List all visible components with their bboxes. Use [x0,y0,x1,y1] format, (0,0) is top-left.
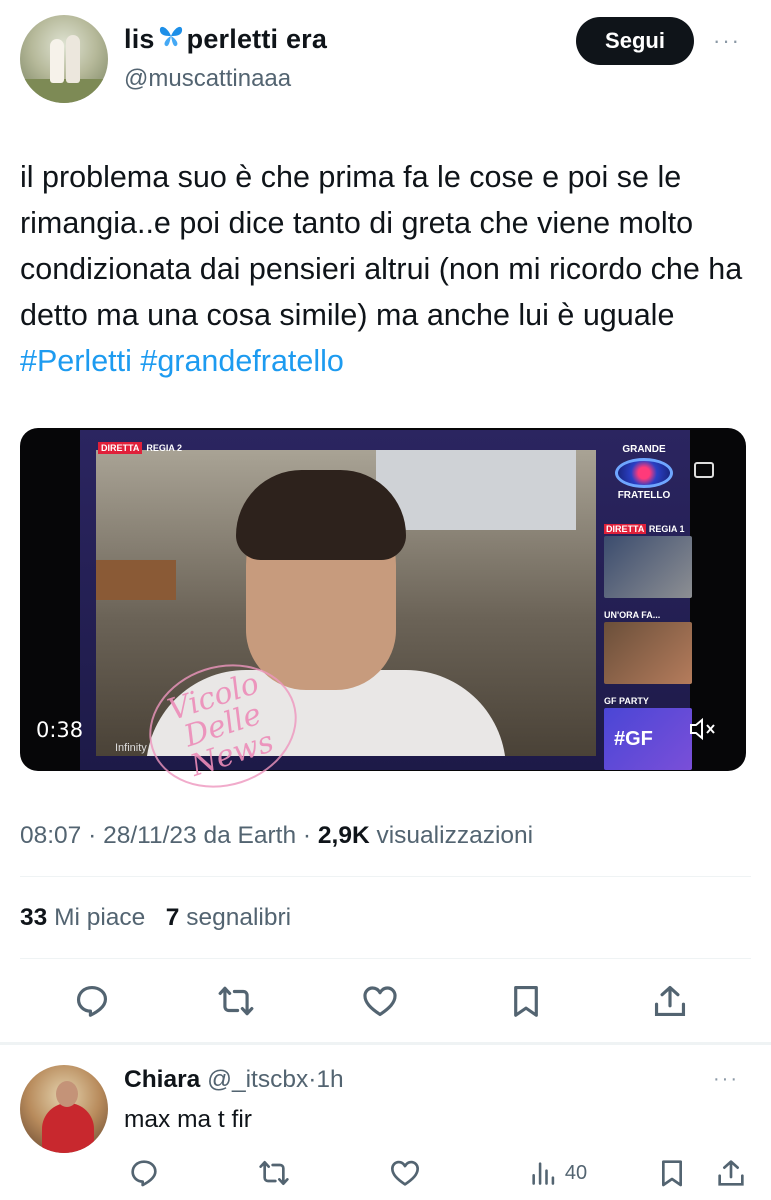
mute-icon[interactable] [688,716,718,742]
share-icon [718,1160,744,1186]
author-name-part: lis [124,24,155,54]
tweet-date[interactable]: 28/11/23 [103,822,197,849]
likes-label: Mi piace [54,904,146,931]
retweet-icon [259,1161,289,1185]
reply-avatar[interactable] [20,1065,108,1153]
reply-text: max ma t fir [124,1106,252,1133]
tweet-meta: 08:07 · 28/11/23 da Earth · 2,9K visuali… [20,822,533,850]
reply-icon [131,1160,157,1187]
avatar-figure [56,1081,78,1107]
reply-icon [76,985,108,1017]
author-name-part: perletti era [186,24,328,54]
butterfly-emoji-icon [158,24,184,55]
share-icon [654,985,686,1017]
like-button[interactable] [358,979,402,1023]
tweet-stats: 33 Mi piace 7 segnalibri [20,904,291,932]
heart-icon [363,986,397,1017]
heart-icon [391,1160,419,1186]
reply-more-options-icon[interactable]: ··· [713,1068,739,1091]
reply-reply-button[interactable] [124,1155,164,1191]
eye-logo-icon [615,458,673,488]
reply-views-button[interactable]: 40 [518,1155,598,1191]
reply-retweet-button[interactable] [254,1155,294,1191]
separator-dot: · [88,822,97,849]
views-icon [532,1162,555,1185]
logo-text-top: GRANDE [622,444,666,455]
broadcast-sidebar: GRANDE FRATELLO DIRETTA REGIA 1 UN'ORA F… [596,438,692,770]
reply-button[interactable] [70,979,114,1023]
video-duration: 0:38 [36,718,84,742]
tweet-text: il problema suo è che prima fa le cose e… [20,154,760,384]
reply-views-count: 40 [564,1161,588,1184]
thumb-channel: REGIA 1 [648,524,685,534]
grande-fratello-logo: GRANDE FRATELLO [602,444,686,510]
gf-hashtag: #GF [614,728,653,750]
views-value: 2,9K [317,822,370,849]
video-player[interactable]: DIRETTA REGIA 2 GRANDE FRATELLO DIRETTA R… [20,428,746,771]
live-badge: DIRETTA [98,442,143,454]
tweet-time[interactable]: 08:07 [20,822,81,849]
bookmarks-stat[interactable]: 7 segnalibri [166,904,291,931]
retweet-button[interactable] [214,979,258,1023]
bookmarks-count: 7 [165,904,180,931]
thumb-label: DIRETTA REGIA 1 [604,524,685,534]
bookmark-icon [662,1160,682,1187]
separator-dot: · [302,822,312,849]
author-handle[interactable]: @muscattinaaa [124,65,291,93]
channel-thumbnail: #GF [604,708,692,770]
channel-thumbnail [604,622,692,684]
bookmarks-label: segnalibri [186,904,292,931]
avatar-background [20,79,108,103]
captions-icon[interactable] [694,462,714,478]
author-avatar[interactable] [20,15,108,103]
bookmark-button[interactable] [504,979,548,1023]
bookmark-icon [514,985,538,1017]
channel-thumbnail [604,536,692,598]
reply-author-name[interactable]: Chiara [124,1066,200,1093]
broadcaster-logo: Infinity [115,742,147,754]
thumb-label: GF PARTY [604,696,649,706]
more-options-icon[interactable]: ··· [713,28,741,54]
likes-count: 33 [20,904,48,931]
avatar-figure [42,1103,94,1153]
reply-like-button[interactable] [385,1155,425,1191]
hashtag-link[interactable]: #Perletti [20,344,132,378]
scene-fridge [376,450,576,530]
reply-share-button[interactable] [711,1155,751,1191]
likes-stat[interactable]: 33 Mi piace [20,904,145,931]
reply-time[interactable]: 1h [316,1066,343,1093]
live-label: DIRETTA REGIA 2 [98,442,183,454]
author-display-name[interactable]: lis perletti era [124,24,327,55]
scene-shelf [96,560,176,600]
avatar-figure [66,35,80,83]
scene-person-hair [236,470,406,560]
thumb-label: UN'ORA FA... [604,610,661,620]
thumb-live-badge: DIRETTA [604,524,647,534]
logo-text-bottom: FRATELLO [617,490,671,501]
share-button[interactable] [648,979,692,1023]
section-divider [0,1042,771,1045]
divider [20,958,751,959]
live-channel: REGIA 2 [146,443,183,453]
views-label: visualizzazioni [376,822,534,849]
reply-header: Chiara @_itscbx·1h [124,1066,344,1094]
divider [20,876,751,877]
tweet-source: da Earth [203,822,297,849]
retweet-icon [218,986,254,1016]
reply-author-handle[interactable]: @_itscbx [207,1066,308,1093]
tweet-body: il problema suo è che prima fa le cose e… [20,160,743,332]
follow-button[interactable]: Segui [576,17,694,65]
reply-bookmark-button[interactable] [652,1155,692,1191]
avatar-figure [50,39,64,83]
hashtag-link[interactable]: #grandefratello [140,344,343,378]
